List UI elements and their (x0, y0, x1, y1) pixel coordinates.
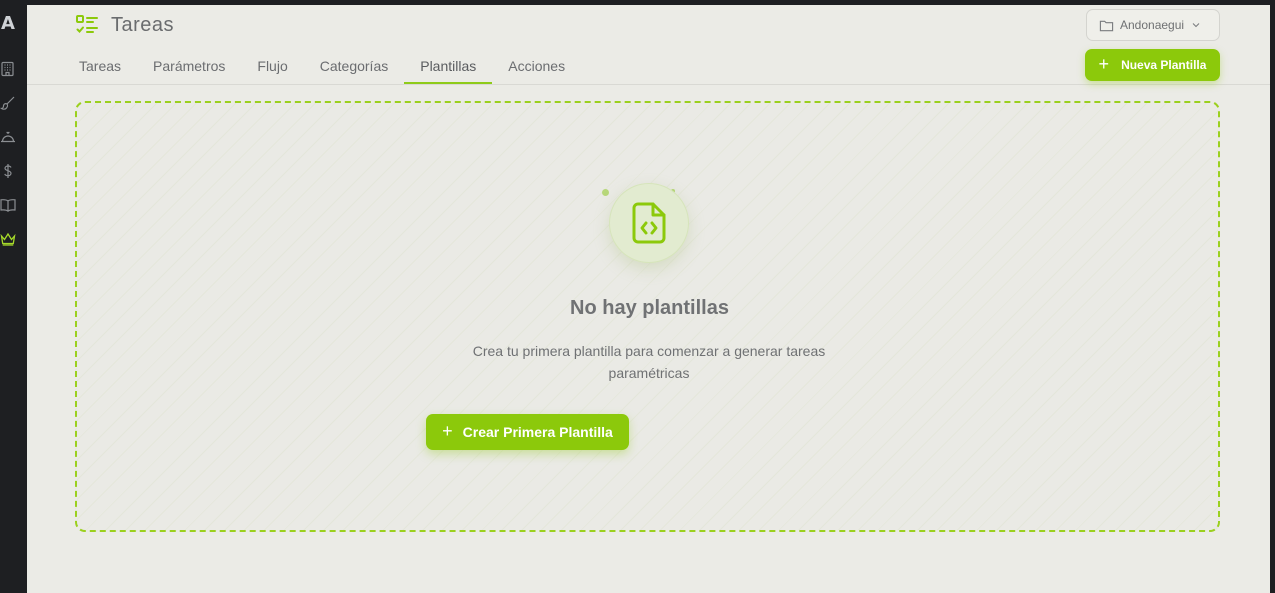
tab-tareas[interactable]: Tareas (63, 47, 137, 84)
brush-icon[interactable] (0, 95, 16, 111)
tab-flujo[interactable]: Flujo (241, 47, 303, 84)
plus-icon: + (442, 421, 453, 441)
empty-state-title: No hay plantillas (570, 297, 729, 319)
plus-icon: + (1098, 54, 1110, 74)
page-header: Tareas (75, 13, 174, 37)
sidebar: A (0, 0, 27, 593)
window-right-edge (1270, 5, 1275, 593)
tabs-divider (27, 84, 1270, 85)
tab-plantillas[interactable]: Plantillas (404, 47, 493, 84)
crown-icon[interactable] (0, 231, 16, 247)
folder-icon (1099, 18, 1114, 33)
file-code-icon (629, 201, 669, 245)
chevron-down-icon (1190, 19, 1202, 31)
service-bell-icon[interactable] (0, 129, 16, 145)
new-template-label: Nueva Plantilla (1121, 58, 1207, 72)
page-title: Tareas (111, 13, 175, 36)
tab-categorias[interactable]: Categorías (304, 47, 404, 84)
decor-dot (602, 189, 609, 196)
empty-state-description: Crea tu primera plantilla para comenzar … (472, 343, 826, 381)
new-template-button[interactable]: + Nueva Plantilla (1085, 49, 1220, 81)
tab-acciones[interactable]: Acciones (492, 47, 581, 84)
empty-state-icon-circle (609, 183, 689, 263)
tabs-bar: Tareas Parámetros Flujo Categorías Plant… (63, 47, 581, 84)
tab-parametros[interactable]: Parámetros (137, 47, 241, 84)
create-first-template-button[interactable]: + Crear Primera Plantilla (426, 414, 629, 450)
create-first-template-label: Crear Primera Plantilla (462, 424, 613, 440)
checklist-icon (75, 13, 99, 37)
project-select[interactable]: Andonaegui (1086, 9, 1220, 41)
app-logo[interactable]: A (1, 13, 21, 34)
book-open-icon[interactable] (0, 197, 16, 213)
empty-state: No hay plantillas Crea tu primera planti… (75, 101, 1220, 532)
dollar-icon[interactable] (0, 163, 16, 179)
main-content: Tareas Andonaegui Tareas Parámetros Fluj… (27, 5, 1270, 593)
building-icon[interactable] (0, 61, 16, 77)
project-select-value: Andonaegui (1120, 18, 1185, 32)
